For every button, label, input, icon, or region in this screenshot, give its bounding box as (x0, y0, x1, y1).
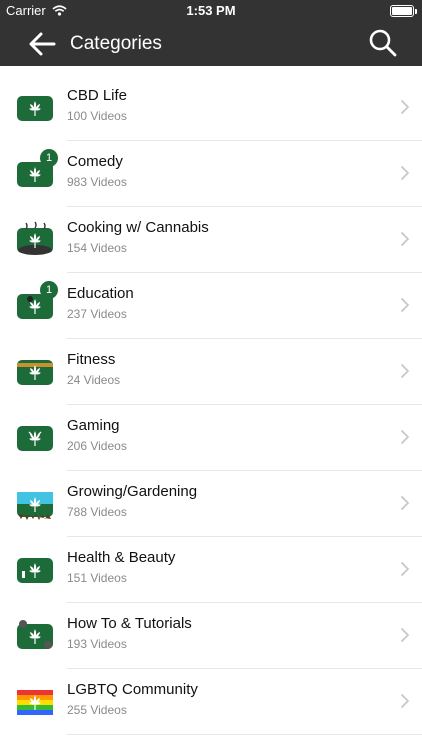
video-count: 24 Videos (67, 373, 121, 387)
cannabis-leaf-icon (17, 558, 53, 583)
nav-bar: Categories (0, 22, 422, 66)
category-title: Gaming (67, 417, 120, 434)
chevron-right-icon (401, 100, 409, 114)
cannabis-leaf-icon (17, 426, 53, 451)
chevron-right-icon (401, 166, 409, 180)
chevron-right-icon (401, 628, 409, 642)
category-title: Comedy (67, 153, 123, 170)
chevron-right-icon (401, 694, 409, 708)
cannabis-leaf-icon (17, 221, 53, 255)
category-title: CBD Life (67, 87, 128, 104)
category-title: LGBTQ Community (67, 681, 198, 698)
category-row[interactable]: CBD Life 100 Videos (0, 75, 422, 141)
video-count: 100 Videos (67, 109, 127, 123)
chevron-right-icon (401, 496, 409, 510)
category-row[interactable]: LGBTQ Community 255 Videos (0, 669, 422, 735)
category-row[interactable]: Health & Beauty 151 Videos (0, 537, 422, 603)
cannabis-leaf-icon (17, 360, 53, 385)
cannabis-leaf-icon (17, 96, 53, 121)
chevron-right-icon (401, 562, 409, 576)
category-title: Cooking w/ Cannabis (67, 219, 209, 236)
page-title: Categories (70, 33, 162, 54)
video-count: 255 Videos (67, 703, 127, 717)
category-row[interactable]: Fitness 24 Videos (0, 339, 422, 405)
cannabis-leaf-icon (17, 620, 53, 649)
notification-badge: 1 (40, 281, 58, 299)
category-list: CBD Life 100 Videos 1 Comedy 983 Videos Cooki… (0, 75, 422, 735)
chevron-right-icon (401, 298, 409, 312)
category-row[interactable]: 1 Education 237 Videos (0, 273, 422, 339)
category-title: Health & Beauty (67, 549, 176, 566)
video-count: 193 Videos (67, 637, 127, 651)
category-row[interactable]: 1 Comedy 983 Videos (0, 141, 422, 207)
back-arrow-icon[interactable] (26, 28, 58, 60)
notification-badge: 1 (40, 149, 58, 167)
category-title: Fitness (67, 351, 116, 368)
video-count: 237 Videos (67, 307, 127, 321)
category-row[interactable]: How To & Tutorials 193 Videos (0, 603, 422, 669)
category-row[interactable]: Growing/Gardening 788 Videos (0, 471, 422, 537)
search-icon[interactable] (368, 28, 398, 58)
battery-icon (390, 5, 417, 17)
video-count: 151 Videos (67, 571, 127, 585)
chevron-right-icon (401, 232, 409, 246)
video-count: 788 Videos (67, 505, 127, 519)
chevron-right-icon (401, 364, 409, 378)
status-bar: Carrier 1:53 PM (0, 0, 422, 22)
video-count: 206 Videos (67, 439, 127, 453)
video-count: 154 Videos (67, 241, 127, 255)
category-row[interactable]: Gaming 206 Videos (0, 405, 422, 471)
cannabis-leaf-icon (17, 690, 53, 715)
video-count: 983 Videos (67, 175, 127, 189)
category-title: Growing/Gardening (67, 483, 198, 500)
category-row[interactable]: Cooking w/ Cannabis 154 Videos (0, 207, 422, 273)
chevron-right-icon (401, 430, 409, 444)
category-title: How To & Tutorials (67, 615, 192, 632)
cannabis-leaf-icon (17, 492, 53, 520)
category-title: Education (67, 285, 134, 302)
status-time: 1:53 PM (186, 3, 236, 18)
